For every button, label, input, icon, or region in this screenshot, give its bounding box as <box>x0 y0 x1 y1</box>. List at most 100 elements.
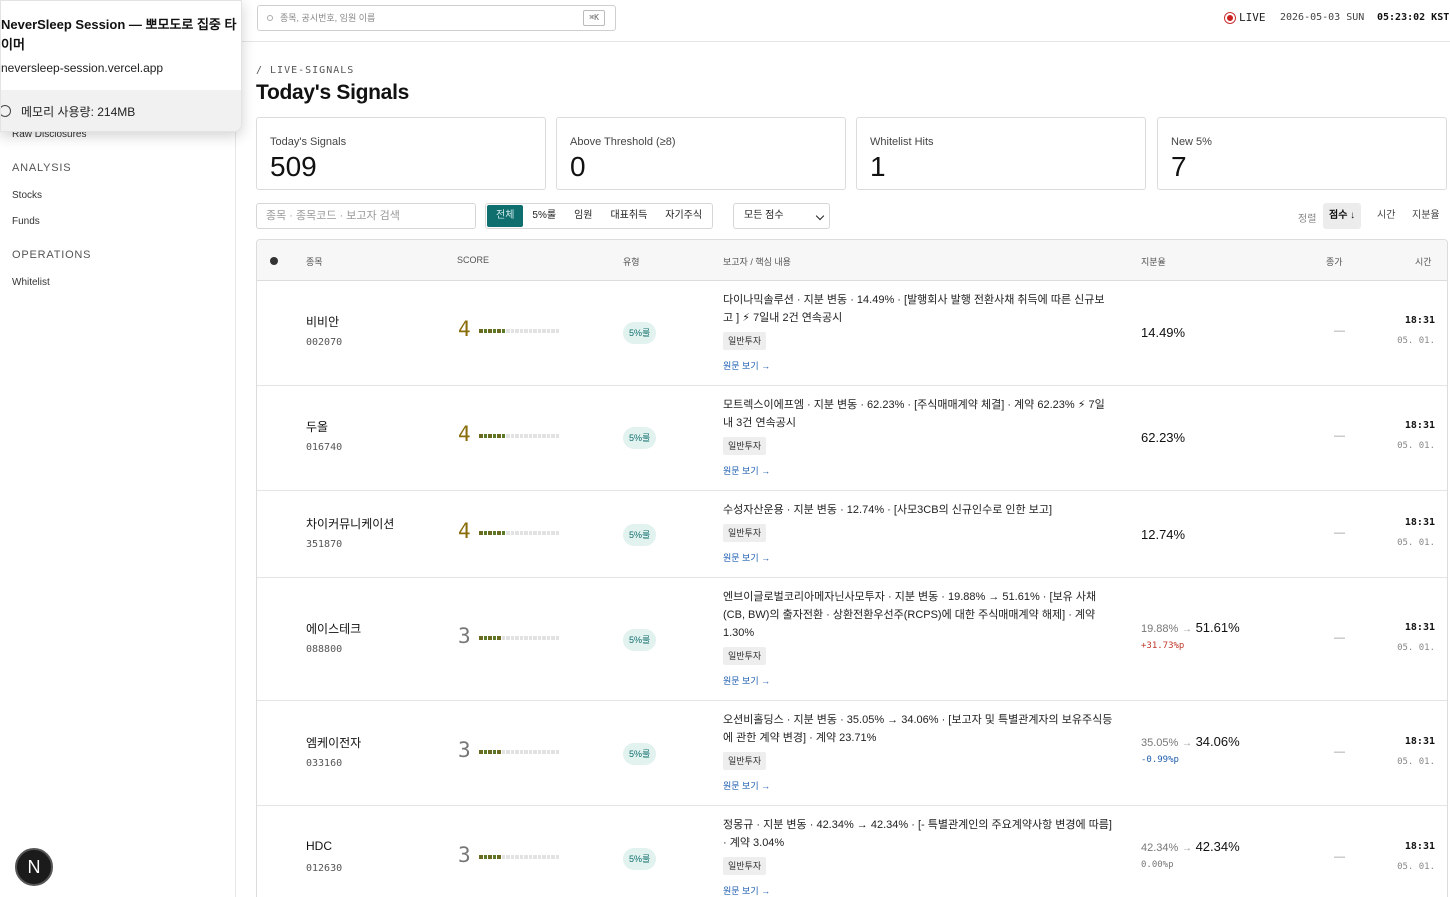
table-row[interactable]: HDC 012630 3 5%룰 정몽규 · 지분 변동 · 42.34% → 42.3… <box>257 806 1447 897</box>
score-bar-segment <box>492 636 496 640</box>
popup-title-cont: 이머 <box>1 37 25 52</box>
reporter-summary: 다이나믹솔루션 · 지분 변동 · 14.49% · [발행회사 발행 전환사채… <box>723 294 1105 324</box>
stock-name[interactable]: 차이커뮤니케이션 <box>306 515 394 532</box>
score-bar-segment <box>488 531 492 535</box>
investor-tag: 일반투자 <box>723 437 767 455</box>
stock-name[interactable]: HDC <box>306 839 332 853</box>
col-stock[interactable]: 종목 <box>306 255 323 268</box>
sidebar-item-funds[interactable]: Funds <box>12 216 40 227</box>
stock-code: 016740 <box>306 442 343 453</box>
score-select[interactable]: 모든 점수 <box>733 203 830 229</box>
table-row[interactable]: 두올 016740 4 5%룰 모트렉스이에프엠 · 지분 변동 · 62.23% · … <box>257 386 1447 491</box>
signal-search-input[interactable]: 종목 · 종목코드 · 보고자 검색 <box>256 203 476 229</box>
score-bar-segment <box>537 750 541 754</box>
score-bar-segment <box>515 855 519 859</box>
sort-by-score-button[interactable]: 점수 ↓ <box>1323 203 1362 229</box>
current-date: 2026-05-03 SUN <box>1280 12 1365 23</box>
view-source-link[interactable]: 원문 보기 → <box>723 884 770 897</box>
score-bar-segment <box>546 750 550 754</box>
type-badge: 5%룰 <box>623 629 657 651</box>
segment-all[interactable]: 전체 <box>487 205 524 227</box>
global-search-placeholder: 종목, 공시번호, 임원 이름 <box>280 13 376 23</box>
segment-ceo-buy[interactable]: 대표취득 <box>601 205 656 227</box>
score-bar-segment <box>501 434 505 438</box>
score-bar-segment <box>533 750 537 754</box>
signal-date: 05. 01. <box>1397 862 1435 872</box>
avatar[interactable]: N <box>15 848 53 886</box>
score-bar-segment <box>479 531 483 535</box>
segment-executive[interactable]: 임원 <box>565 205 601 227</box>
table-row[interactable]: 엠케이전자 033160 3 5%룰 오션비홀딩스 · 지분 변동 · 35.05% →… <box>257 701 1447 806</box>
sort-label: 정렬 <box>1298 214 1317 225</box>
investor-tag: 일반투자 <box>723 647 767 665</box>
search-shortcut-badge: ⌘K <box>583 10 605 26</box>
col-reporter[interactable]: 보고자 / 핵심 내용 <box>723 255 791 268</box>
score-bar-segment <box>551 855 555 859</box>
score-bar-segment <box>551 636 555 640</box>
col-price[interactable]: 종가 <box>1326 255 1343 268</box>
score-bar <box>479 329 559 333</box>
col-ratio[interactable]: 지분율 <box>1141 255 1166 268</box>
signal-date: 05. 01. <box>1397 643 1435 653</box>
score-bar-segment <box>537 329 541 333</box>
closing-price: — <box>1334 632 1345 644</box>
sort-by-ratio-button[interactable]: 지분율 <box>1406 203 1446 229</box>
closing-price: — <box>1334 430 1345 442</box>
type-badge: 5%룰 <box>623 743 657 765</box>
sidebar-item-stocks[interactable]: Stocks <box>12 190 42 201</box>
ratio-delta: 0.00%p <box>1141 860 1174 870</box>
stock-name[interactable]: 두올 <box>306 418 328 435</box>
stock-name[interactable]: 엠케이전자 <box>306 734 361 751</box>
score-bar-segment <box>542 750 546 754</box>
score-bar-segment <box>528 434 532 438</box>
col-type[interactable]: 유형 <box>623 255 640 268</box>
table-row[interactable]: 에이스테크 088800 3 5%룰 엔브이글로벌코리아메자닌사모투자 · 지분 변동 … <box>257 578 1447 701</box>
view-source-link[interactable]: 원문 보기 → <box>723 359 770 372</box>
score-bar-segment <box>483 855 487 859</box>
score-bar-segment <box>551 531 555 535</box>
ratio-from: 42.34% <box>1141 842 1179 854</box>
score-bar-segment <box>551 434 555 438</box>
table-row[interactable]: 비비안 002070 4 5%룰 다이나믹솔루션 · 지분 변동 · 14.49% · … <box>257 281 1447 386</box>
view-source-link[interactable]: 원문 보기 → <box>723 551 770 564</box>
type-badge: 5%룰 <box>623 524 657 546</box>
signal-date: 05. 01. <box>1397 538 1435 548</box>
col-score[interactable]: SCORE <box>457 255 489 265</box>
score-value: 3 <box>458 738 471 762</box>
score-bar-segment <box>542 636 546 640</box>
status-dot-icon <box>270 257 278 265</box>
sidebar-section-operations: OPERATIONS <box>12 249 92 261</box>
stat-label: New 5% <box>1171 136 1212 148</box>
stock-name[interactable]: 에이스테크 <box>306 620 361 637</box>
score-bar-segment <box>524 329 528 333</box>
score-bar-segment <box>524 636 528 640</box>
stat-label: Whitelist Hits <box>870 136 934 148</box>
segment-treasury[interactable]: 자기주식 <box>656 205 711 227</box>
sidebar-item-whitelist[interactable]: Whitelist <box>12 277 50 288</box>
table-row[interactable]: 차이커뮤니케이션 351870 4 5%룰 수성자산운용 · 지분 변동 · 12.74… <box>257 491 1447 578</box>
score-bar-segment <box>497 855 501 859</box>
investor-tag: 일반투자 <box>723 857 767 875</box>
stat-value: 7 <box>1171 151 1187 182</box>
ratio-cell: 14.49% <box>1141 325 1185 340</box>
sort-by-time-button[interactable]: 시간 <box>1371 203 1401 229</box>
view-source-link[interactable]: 원문 보기 → <box>723 779 770 792</box>
score-bar-segment <box>497 750 501 754</box>
ratio-from: 19.88% <box>1141 623 1179 635</box>
stock-name[interactable]: 비비안 <box>306 313 339 330</box>
live-dot-icon <box>1224 11 1236 24</box>
score-bar-segment <box>488 636 492 640</box>
view-source-link[interactable]: 원문 보기 → <box>723 674 770 687</box>
segment-5pct[interactable]: 5%룰 <box>523 205 565 227</box>
score-bar-segment <box>546 855 550 859</box>
global-search-input[interactable]: 종목, 공시번호, 임원 이름 ⌘K <box>257 5 616 31</box>
signal-date: 05. 01. <box>1397 441 1435 451</box>
score-bar <box>479 750 559 754</box>
ratio-value: 12.74% <box>1141 527 1186 542</box>
sidebar-section-analysis: ANALYSIS <box>12 162 72 174</box>
signal-time: 18:31 <box>1404 622 1435 633</box>
view-source-link[interactable]: 원문 보기 → <box>723 464 770 477</box>
score-bar-segment <box>488 750 492 754</box>
score-bar-segment <box>510 636 514 640</box>
col-time[interactable]: 시간 <box>1415 255 1432 268</box>
